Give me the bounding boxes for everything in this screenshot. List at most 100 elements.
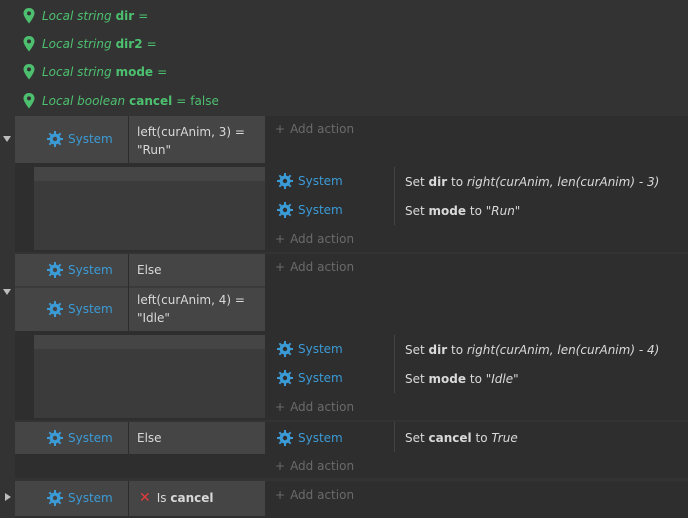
else-condition: Else <box>137 263 162 277</box>
else-condition: Else <box>137 431 162 445</box>
action-verb: Set <box>405 372 425 386</box>
expand-toggle-icon[interactable] <box>5 493 11 501</box>
plus-icon: + <box>275 488 286 502</box>
sub-event-header <box>34 335 265 349</box>
event-block-4: System ✕ Is cancel + Add action <box>15 481 688 518</box>
add-action-button[interactable]: + Add action <box>275 488 354 502</box>
system-object: System <box>277 202 343 218</box>
event-block-1: System left(curAnim, 3) = "Run" + Add act… <box>15 116 688 252</box>
action-verb: Set <box>405 204 425 218</box>
system-object: System <box>47 131 113 147</box>
object-label: System <box>298 174 343 188</box>
action-to: to <box>451 175 464 189</box>
add-action-button[interactable]: + Add action <box>275 122 354 136</box>
sub-event-header <box>34 167 265 181</box>
system-object: System <box>47 430 113 446</box>
condition-row[interactable]: System Else System left(curAnim, 4) = "I… <box>15 254 265 331</box>
action-set-mode[interactable]: Set mode to "Idle" <box>405 372 519 386</box>
condition-text: left(curAnim, 4) = "Idle" <box>137 293 245 325</box>
system-object: System <box>47 490 113 506</box>
gear-icon <box>277 173 293 189</box>
local-var-type: Local string <box>42 9 112 23</box>
action-set-mode[interactable]: Set mode to "Run" <box>405 204 520 218</box>
plus-icon: + <box>275 232 286 246</box>
condition-variable: cancel <box>170 491 214 505</box>
local-var-type: Local boolean <box>42 94 126 108</box>
object-label: System <box>68 302 113 316</box>
local-var-name: dir <box>115 9 135 23</box>
action-verb: Set <box>405 431 425 445</box>
add-action-label: Add action <box>290 232 355 246</box>
local-var-dir2[interactable]: Local string dir2 = <box>22 33 161 55</box>
add-action-label: Add action <box>290 459 355 473</box>
location-pin-icon <box>23 64 35 80</box>
action-to: to <box>469 372 482 386</box>
add-action-button[interactable]: + Add action <box>275 459 354 473</box>
condition-is-cancel: ✕ Is cancel <box>139 490 213 506</box>
local-var-cancel[interactable]: Local boolean cancel = false <box>22 90 219 112</box>
add-action-label: Add action <box>290 122 355 136</box>
local-var-equals: = <box>157 65 168 79</box>
action-variable: dir <box>428 175 448 189</box>
local-var-name: cancel <box>129 94 173 108</box>
column-divider <box>128 254 129 331</box>
object-label: System <box>68 263 113 277</box>
add-action-button[interactable]: + Add action <box>275 260 354 274</box>
add-action-label: Add action <box>290 488 355 502</box>
event-block-2: System Else System left(curAnim, 4) = "I… <box>15 254 688 420</box>
event-block-3: System Else System Set cancel to True + A… <box>15 422 688 478</box>
local-var-dir[interactable]: Local string dir = <box>22 5 152 27</box>
local-var-value: false <box>190 94 219 108</box>
condition-text: left(curAnim, 3) = "Run" <box>137 125 245 157</box>
action-set-dir[interactable]: Set dir to right(curAnim, len(curAnim) -… <box>405 175 659 189</box>
object-label: System <box>298 203 343 217</box>
action-expression: right(curAnim, len(curAnim) - 3) <box>466 175 660 189</box>
object-label: System <box>298 342 343 356</box>
column-divider <box>394 167 395 225</box>
gear-icon <box>277 370 293 386</box>
object-label: System <box>68 491 113 505</box>
collapse-toggle-icon[interactable] <box>3 136 11 142</box>
plus-icon: + <box>275 260 286 274</box>
action-expression: right(curAnim, len(curAnim) - 4) <box>466 343 660 357</box>
plus-icon: + <box>275 459 286 473</box>
row-separator <box>15 286 265 288</box>
local-var-name: dir2 <box>115 37 143 51</box>
column-divider <box>128 481 129 516</box>
action-verb: Set <box>405 343 425 357</box>
action-set-dir[interactable]: Set dir to right(curAnim, len(curAnim) -… <box>405 343 659 357</box>
sub-event-condition-area[interactable] <box>34 167 265 250</box>
column-divider <box>394 335 395 393</box>
condition-row[interactable]: System ✕ Is cancel <box>15 481 265 516</box>
local-var-equals: = <box>138 9 149 23</box>
local-var-type: Local string <box>42 37 112 51</box>
column-divider <box>128 116 129 163</box>
column-divider <box>128 422 129 454</box>
collapse-toggle-icon[interactable] <box>3 289 11 295</box>
local-var-equals: = <box>176 94 187 108</box>
plus-icon: + <box>275 122 286 136</box>
condition-row[interactable]: System left(curAnim, 3) = "Run" <box>15 116 265 163</box>
condition-verb: Is <box>156 491 167 505</box>
action-variable: mode <box>428 372 467 386</box>
invert-x-icon: ✕ <box>139 490 151 506</box>
local-var-type: Local string <box>42 65 112 79</box>
add-action-button[interactable]: + Add action <box>275 400 354 414</box>
gear-icon <box>277 430 293 446</box>
local-var-mode[interactable]: Local string mode = <box>22 61 171 83</box>
object-label: System <box>68 132 113 146</box>
gear-icon <box>47 490 63 506</box>
gear-icon <box>47 301 63 317</box>
add-action-button[interactable]: + Add action <box>275 232 354 246</box>
condition-row[interactable]: System Else <box>15 422 265 454</box>
system-object: System <box>47 301 113 317</box>
add-action-label: Add action <box>290 400 355 414</box>
action-set-cancel[interactable]: Set cancel to True <box>405 431 518 445</box>
action-verb: Set <box>405 175 425 189</box>
sub-event-condition-area[interactable] <box>34 335 265 418</box>
action-to: to <box>451 343 464 357</box>
action-expression: "Run" <box>485 204 521 218</box>
action-variable: dir <box>428 343 448 357</box>
location-pin-icon <box>23 8 35 24</box>
location-pin-icon <box>23 93 35 109</box>
